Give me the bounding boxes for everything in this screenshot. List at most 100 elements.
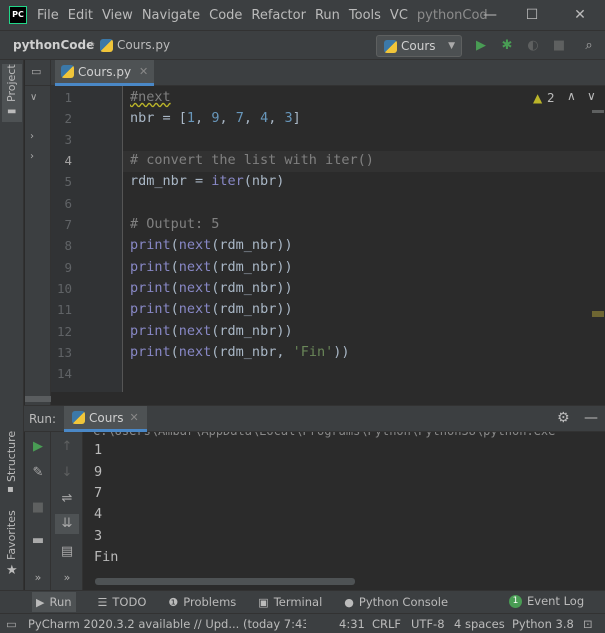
tool-terminal[interactable]: ▣ Terminal bbox=[258, 595, 322, 609]
line-number: 8 bbox=[64, 238, 72, 253]
folder-icon: ▬ bbox=[7, 106, 17, 117]
chevron-up-icon[interactable]: ∧ bbox=[567, 89, 576, 103]
horizontal-scrollbar[interactable] bbox=[25, 396, 51, 402]
soft-wrap-icon[interactable]: ⇌ bbox=[57, 489, 77, 509]
hide-panel-icon[interactable]: — bbox=[584, 410, 598, 426]
coverage-icon[interactable]: ◐ bbox=[525, 38, 541, 54]
stop-icon[interactable]: ■ bbox=[28, 498, 48, 518]
line-number-gutter: 1 2 3 4 5 6 7 8 9 10 11 12 13 14 bbox=[51, 86, 123, 392]
structure-tool-label[interactable]: Structure bbox=[5, 431, 18, 482]
breadcrumb-file-label: Cours.py bbox=[117, 38, 171, 52]
status-message[interactable]: PyCharm 2020.3.2 available // Upd... (to… bbox=[28, 617, 306, 631]
line-number: 9 bbox=[64, 260, 72, 275]
line-number: 5 bbox=[64, 174, 72, 189]
chevron-down-icon[interactable]: ∨ bbox=[587, 89, 596, 103]
wrench-icon[interactable]: ✎ bbox=[28, 463, 48, 483]
lock-icon[interactable]: ⊡ bbox=[583, 617, 593, 631]
code-line: print(next(rdm_nbr)) bbox=[130, 259, 293, 275]
line-number: 2 bbox=[64, 111, 72, 126]
menu-navigate[interactable]: Navigate bbox=[142, 8, 200, 23]
close-tab-icon[interactable]: ✕ bbox=[130, 411, 139, 424]
layout-toggle-icon[interactable]: ▭ bbox=[6, 617, 17, 631]
console-output-line: 9 bbox=[94, 464, 103, 480]
code-line: print(next(rdm_nbr)) bbox=[130, 301, 293, 317]
debug-icon[interactable]: ✱ bbox=[499, 38, 515, 54]
code-line: # Output: 5 bbox=[130, 216, 220, 232]
python-file-icon bbox=[61, 65, 74, 78]
run-tab-label: Cours bbox=[89, 410, 124, 425]
file-encoding[interactable]: UTF-8 bbox=[411, 617, 445, 631]
caret-position[interactable]: 4:31 bbox=[339, 617, 365, 631]
code-line: print(next(rdm_nbr)) bbox=[130, 280, 293, 296]
menu-edit[interactable]: Edit bbox=[68, 8, 93, 23]
more-icon[interactable]: » bbox=[57, 568, 77, 588]
code-line: print(next(rdm_nbr)) bbox=[130, 237, 293, 253]
window-icon[interactable]: ▭ bbox=[31, 65, 41, 78]
menu-vcs[interactable]: VC bbox=[390, 8, 408, 23]
run-panel-header: Run: Cours ✕ ⚙ — bbox=[24, 405, 605, 432]
menu-code[interactable]: Code bbox=[209, 8, 242, 23]
code-line: print(next(rdm_nbr)) bbox=[130, 323, 293, 339]
warning-icon[interactable]: ▲ bbox=[533, 91, 542, 105]
arrow-up-icon[interactable]: ↑ bbox=[57, 437, 77, 457]
console-output-line: Fin bbox=[94, 549, 119, 565]
tool-todo[interactable]: ☰ TODO bbox=[98, 595, 147, 609]
arrow-down-icon[interactable]: ↓ bbox=[57, 463, 77, 483]
stop-icon[interactable]: ■ bbox=[551, 38, 567, 54]
close-tab-icon[interactable]: ✕ bbox=[139, 65, 148, 78]
run-configuration-label: Cours bbox=[401, 39, 436, 53]
menu-view[interactable]: View bbox=[102, 8, 133, 23]
search-icon[interactable]: ⌕ bbox=[581, 38, 597, 54]
console-output-line: 3 bbox=[94, 528, 103, 544]
run-icon[interactable]: ▶ bbox=[473, 38, 489, 54]
gear-icon[interactable]: ⚙ bbox=[557, 410, 570, 426]
maximize-icon[interactable]: ☐ bbox=[512, 0, 552, 30]
chevron-down-icon[interactable]: ∨ bbox=[30, 92, 37, 103]
menu-file[interactable]: File bbox=[37, 8, 59, 23]
run-configuration-select[interactable]: Cours ▼ bbox=[376, 35, 462, 57]
menu-refactor[interactable]: Refactor bbox=[251, 8, 306, 23]
structure-icon: ▪ bbox=[7, 484, 14, 495]
console-output-line: 1 bbox=[94, 442, 103, 458]
line-number: 6 bbox=[64, 196, 72, 211]
project-tool-label[interactable]: Project bbox=[5, 64, 18, 102]
list-icon: ☰ bbox=[97, 595, 108, 609]
breadcrumb-project[interactable]: pythonCode bbox=[13, 38, 94, 52]
navigation-bar: pythonCode › Cours.py Cours ▼ ▶ ✱ ◐ ■ ⌕ bbox=[0, 30, 605, 60]
line-number: 1 bbox=[64, 90, 72, 105]
rerun-icon[interactable]: ▶ bbox=[28, 437, 48, 457]
tab-cours-py[interactable]: Cours.py ✕ bbox=[55, 60, 155, 86]
python-icon bbox=[384, 39, 397, 53]
console-output-line: 7 bbox=[94, 485, 103, 501]
minimize-icon[interactable]: — bbox=[470, 0, 510, 30]
run-icon: ▶ bbox=[36, 595, 45, 609]
line-separator[interactable]: CRLF bbox=[372, 617, 401, 631]
line-number: 14 bbox=[56, 366, 72, 381]
menu-run[interactable]: Run bbox=[315, 8, 340, 23]
close-icon[interactable]: ✕ bbox=[560, 0, 600, 30]
favorites-tool-label[interactable]: Favorites bbox=[5, 510, 18, 560]
breadcrumb-file[interactable]: Cours.py bbox=[100, 38, 170, 52]
scroll-marker bbox=[592, 110, 604, 113]
horizontal-scrollbar[interactable] bbox=[95, 578, 355, 585]
python-interpreter[interactable]: Python 3.8 bbox=[512, 617, 574, 631]
layout-icon[interactable]: ▬ bbox=[28, 531, 48, 551]
line-number: 13 bbox=[56, 345, 72, 360]
indent-setting[interactable]: 4 spaces bbox=[454, 617, 505, 631]
chevron-right-icon[interactable]: › bbox=[30, 151, 34, 162]
chevron-down-icon: ▼ bbox=[448, 41, 455, 51]
tab-run-cours[interactable]: Cours ✕ bbox=[64, 406, 147, 432]
run-console[interactable]: C:\Users\Ambar\AppData\Local\Programs\Py… bbox=[83, 432, 605, 590]
more-icon[interactable]: » bbox=[28, 568, 48, 588]
menu-tools[interactable]: Tools bbox=[349, 8, 381, 23]
tool-run[interactable]: ▶ Run bbox=[32, 592, 76, 612]
tool-event-log[interactable]: 1 Event Log bbox=[509, 594, 584, 608]
chevron-right-icon[interactable]: › bbox=[30, 131, 34, 142]
code-editor[interactable]: 1 2 3 4 5 6 7 8 9 10 11 12 13 14 #next n… bbox=[51, 86, 605, 392]
tool-python-console[interactable]: ● Python Console bbox=[344, 595, 448, 609]
scroll-to-end-icon[interactable]: ⇊ bbox=[55, 514, 79, 534]
print-icon[interactable]: ▤ bbox=[57, 542, 77, 562]
line-number: 11 bbox=[56, 302, 72, 317]
run-toolbar-secondary: ↑ ↓ ⇌ ⇊ ▤ » bbox=[51, 432, 83, 590]
tool-problems[interactable]: ❶ Problems bbox=[168, 595, 236, 609]
